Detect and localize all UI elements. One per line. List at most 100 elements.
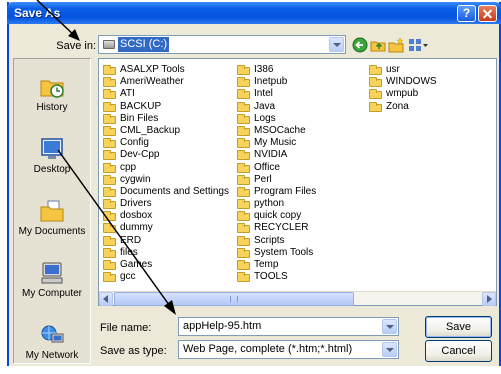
folder-item[interactable]: I386 bbox=[237, 64, 365, 76]
place-label: History bbox=[36, 102, 68, 113]
folder-name: BACKUP bbox=[120, 100, 162, 112]
save-in-label: Save in: bbox=[56, 40, 96, 52]
folder-item[interactable]: dummy bbox=[103, 222, 233, 234]
folder-item[interactable]: python bbox=[237, 198, 365, 210]
cancel-button[interactable]: Cancel bbox=[425, 340, 492, 362]
folder-icon bbox=[237, 272, 250, 283]
place-desktop[interactable]: Desktop bbox=[14, 128, 90, 188]
folder-icon bbox=[237, 223, 250, 234]
folder-item[interactable]: wmpub bbox=[369, 88, 489, 100]
horizontal-scrollbar[interactable] bbox=[99, 291, 496, 306]
folder-item[interactable]: ATI bbox=[103, 88, 233, 100]
folder-item[interactable]: quick copy bbox=[237, 210, 365, 222]
folder-name: Documents and Settings bbox=[120, 185, 229, 197]
scroll-thumb[interactable] bbox=[114, 292, 354, 306]
folder-item[interactable]: cygwin bbox=[103, 174, 233, 186]
folder-item[interactable]: Scripts bbox=[237, 235, 365, 247]
place-history[interactable]: History bbox=[14, 66, 90, 126]
up-folder-icon[interactable] bbox=[370, 37, 386, 53]
folder-item[interactable]: Office bbox=[237, 162, 365, 174]
folder-item[interactable]: My Music bbox=[237, 137, 365, 149]
folder-item[interactable]: NVIDIA bbox=[237, 149, 365, 161]
file-name-input[interactable]: appHelp-95.htm bbox=[178, 317, 399, 336]
folder-name: AmeriWeather bbox=[120, 76, 184, 88]
folder-item[interactable]: Games bbox=[103, 259, 233, 271]
place-label: My Network bbox=[25, 350, 79, 361]
folder-name: WINDOWS bbox=[386, 76, 437, 88]
folder-icon bbox=[237, 260, 250, 270]
save-as-type-select[interactable]: Web Page, complete (*.htm;*.html) bbox=[178, 340, 399, 359]
back-icon[interactable] bbox=[352, 37, 368, 53]
folder-item[interactable]: Program Files bbox=[237, 186, 365, 198]
save-as-type-value: Web Page, complete (*.htm;*.html) bbox=[183, 343, 353, 355]
place-label: Desktop bbox=[33, 164, 71, 175]
folder-icon bbox=[237, 101, 250, 112]
folder-item[interactable]: Drivers bbox=[103, 198, 233, 210]
folder-item[interactable]: files bbox=[103, 247, 233, 259]
folder-icon bbox=[103, 138, 116, 149]
arrow-right-icon bbox=[487, 295, 492, 303]
folder-item[interactable]: dosbox bbox=[103, 210, 233, 222]
save-button[interactable]: Save bbox=[425, 316, 492, 338]
save-as-type-dropdown-button[interactable] bbox=[382, 342, 397, 357]
folder-item[interactable]: Bin Files bbox=[103, 113, 233, 125]
folder-name: TOOLS bbox=[254, 271, 288, 283]
folder-name: Logs bbox=[254, 112, 276, 124]
folder-item[interactable]: Config bbox=[103, 137, 233, 149]
folder-icon bbox=[237, 247, 250, 258]
save-in-dropdown-button[interactable] bbox=[329, 37, 344, 52]
folder-item[interactable]: ASALXP Tools bbox=[103, 64, 233, 76]
folder-name: NVIDIA bbox=[254, 149, 288, 161]
folder-icon bbox=[103, 260, 116, 270]
file-list[interactable]: ASALXP Tools AmeriWeather ATI BACKUP Bin Fil… bbox=[98, 58, 497, 306]
folder-item[interactable]: Logs bbox=[237, 113, 365, 125]
scroll-left-button[interactable] bbox=[99, 292, 113, 306]
help-button[interactable]: ? bbox=[457, 5, 476, 22]
folder-name: Games bbox=[120, 259, 153, 270]
folder-item[interactable]: MSOCache bbox=[237, 125, 365, 137]
drive-icon bbox=[103, 40, 115, 49]
folder-item[interactable]: Documents and Settings bbox=[103, 186, 233, 198]
close-button[interactable] bbox=[478, 5, 497, 22]
folder-icon bbox=[103, 65, 116, 75]
folder-icon bbox=[237, 162, 250, 173]
save-in-combo[interactable]: SCSI (C:) bbox=[98, 35, 346, 54]
folder-item[interactable]: ERD bbox=[103, 235, 233, 247]
chevron-down-icon bbox=[333, 43, 341, 47]
folder-item[interactable]: Inetpub bbox=[237, 76, 365, 88]
folder-item[interactable]: Perl bbox=[237, 174, 365, 186]
folder-item[interactable]: BACKUP bbox=[103, 101, 233, 113]
folder-item[interactable]: TOOLS bbox=[237, 271, 365, 283]
scroll-right-button[interactable] bbox=[482, 292, 496, 306]
new-folder-icon[interactable] bbox=[388, 37, 404, 53]
folder-item[interactable]: usr bbox=[369, 64, 489, 76]
folder-icon bbox=[103, 113, 116, 124]
views-icon[interactable] bbox=[408, 37, 430, 53]
folder-item[interactable]: AmeriWeather bbox=[103, 76, 233, 88]
title-bar[interactable]: Save As ? bbox=[7, 2, 501, 24]
folder-name: Drivers bbox=[120, 198, 152, 210]
folder-item[interactable]: Java bbox=[237, 101, 365, 113]
folder-icon bbox=[237, 174, 250, 185]
folder-item[interactable]: Zona bbox=[369, 101, 489, 113]
folder-name: python bbox=[254, 198, 285, 210]
folder-item[interactable]: gcc bbox=[103, 271, 233, 283]
file-name-dropdown-button[interactable] bbox=[382, 319, 397, 334]
folder-item[interactable]: CML_Backup bbox=[103, 125, 233, 137]
save-in-value: SCSI (C:) bbox=[118, 37, 170, 52]
folder-icon bbox=[103, 174, 116, 185]
place-my-network[interactable]: My Network bbox=[14, 314, 90, 374]
folder-item[interactable]: System Tools bbox=[237, 247, 365, 259]
folder-icon bbox=[237, 77, 250, 88]
folder-item[interactable]: Intel bbox=[237, 88, 365, 100]
place-my-computer[interactable]: My Computer bbox=[14, 252, 90, 312]
folder-name: cpp bbox=[120, 161, 137, 173]
folder-item[interactable]: cpp bbox=[103, 162, 233, 174]
folder-name: Dev-Cpp bbox=[120, 149, 160, 161]
place-my-documents[interactable]: My Documents bbox=[14, 190, 90, 250]
folder-name: ASALXP Tools bbox=[120, 64, 185, 75]
folder-item[interactable]: Dev-Cpp bbox=[103, 149, 233, 161]
folder-item[interactable]: Temp bbox=[237, 259, 365, 271]
folder-item[interactable]: WINDOWS bbox=[369, 76, 489, 88]
folder-item[interactable]: RECYCLER bbox=[237, 222, 365, 234]
